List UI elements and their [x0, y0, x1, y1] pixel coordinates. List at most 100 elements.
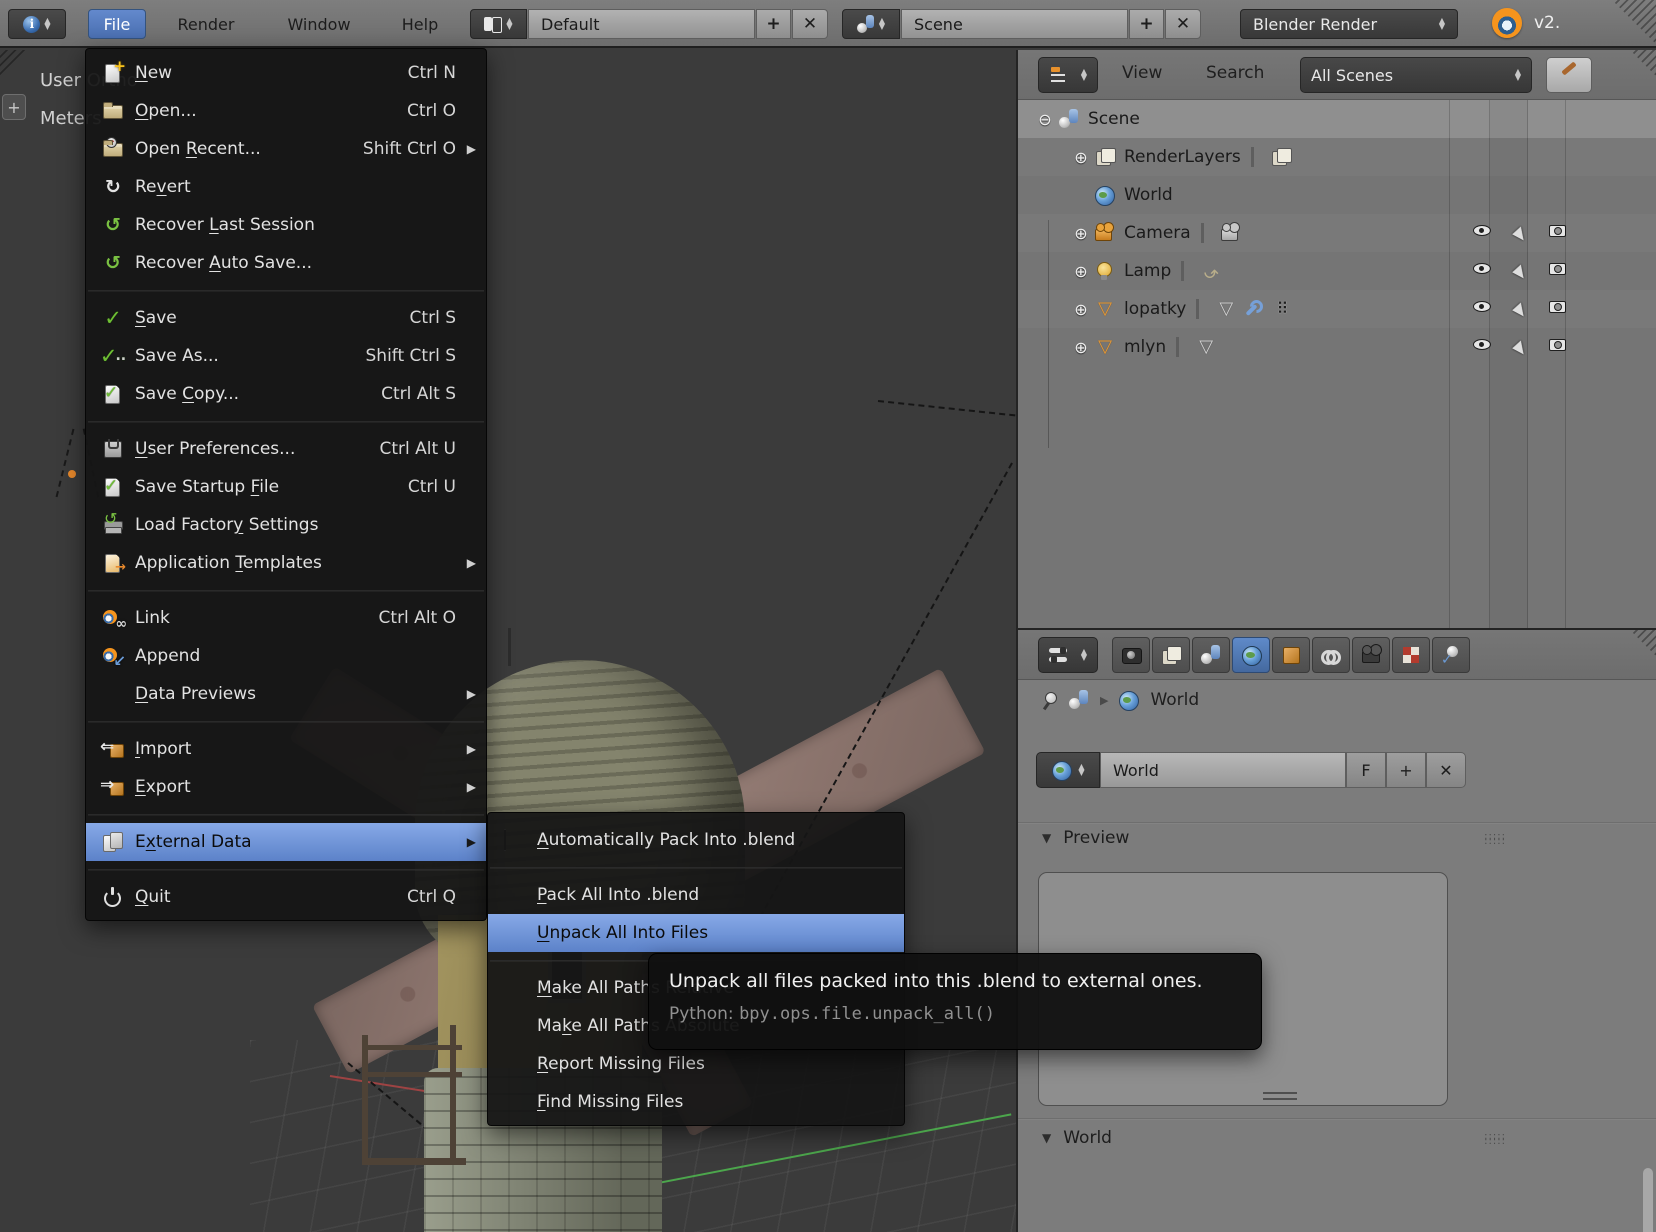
expander-plus-icon[interactable]: ⊕	[1068, 148, 1094, 167]
outliner-filter-dropdown[interactable]: All Scenes ▲▼	[1300, 57, 1532, 93]
scene-name-field[interactable]: Scene	[901, 9, 1128, 39]
area-divider-vertical[interactable]	[1016, 50, 1018, 1232]
unlink-world-button[interactable]: ✕	[1426, 752, 1466, 788]
file-menu-item-import[interactable]: Import▶	[86, 730, 486, 768]
camera-gray-icon	[1220, 223, 1242, 243]
outliner-row-renderlayers[interactable]: ⊕RenderLayers	[1018, 138, 1656, 176]
properties-tab-render-layers[interactable]	[1152, 637, 1190, 673]
menu-file[interactable]: File	[88, 9, 146, 39]
menu-separator	[86, 806, 486, 823]
properties-tab-physics[interactable]	[1432, 637, 1470, 673]
outliner-row-world[interactable]: World	[1018, 176, 1656, 214]
panel-drag-grip[interactable]: ::::: :::::	[1484, 834, 1506, 844]
panel-drag-grip[interactable]: ::::: :::::	[1484, 1134, 1506, 1144]
outliner-menu-view[interactable]: View	[1122, 63, 1162, 83]
outliner-menu-search[interactable]: Search	[1206, 63, 1264, 83]
checkbox-unchecked-icon[interactable]	[504, 829, 506, 851]
scene-selector[interactable]: ▲▼	[842, 9, 900, 39]
world-name-field[interactable]: World	[1100, 752, 1346, 788]
expander-plus-icon[interactable]: ⊕	[1068, 224, 1094, 243]
render-engine-dropdown[interactable]: Blender Render ▲▼	[1240, 9, 1458, 39]
menu-help[interactable]: Help	[390, 9, 450, 39]
toggle-renderability-camera-icon[interactable]	[1549, 339, 1566, 351]
file-menu-item-recover-last-session[interactable]: ↺Recover Last Session	[86, 206, 486, 244]
properties-tab-render[interactable]	[1112, 637, 1150, 673]
file-menu-item-save-as[interactable]: ✓Save As...Shift Ctrl S	[86, 337, 486, 375]
window-corner-grip[interactable]	[1612, 0, 1656, 44]
toggle-renderability-camera-icon[interactable]	[1549, 225, 1566, 237]
file-menu-item-link[interactable]: LinkCtrl Alt O	[86, 599, 486, 637]
properties-tab-texture[interactable]	[1392, 637, 1430, 673]
file-menu-item-application-templates[interactable]: Application Templates▶	[86, 544, 486, 582]
screen-layout-selector[interactable]: ▲▼	[470, 9, 527, 39]
preview-panel-header[interactable]: ▼ Preview	[1042, 828, 1129, 848]
submenu-arrow-icon: ▶	[462, 742, 476, 756]
outliner-row-lopatky[interactable]: ⊕▽lopatky▽⠿	[1018, 290, 1656, 328]
file-menu-item-save[interactable]: ✓SaveCtrl S	[86, 299, 486, 337]
editor-type-selector-info[interactable]: i ▲▼	[8, 9, 66, 39]
submenu-arrow-icon: ▶	[462, 835, 476, 849]
screen-layout-name-field[interactable]: Default	[528, 9, 755, 39]
add-scene-button[interactable]: +	[1129, 9, 1164, 39]
add-world-button[interactable]: +	[1386, 752, 1426, 788]
outliner-row-mlyn[interactable]: ⊕▽mlyn▽	[1018, 328, 1656, 366]
scene-icon	[1068, 690, 1090, 710]
render-tab-icon	[1121, 645, 1141, 665]
toggle-renderability-camera-icon[interactable]	[1549, 301, 1566, 313]
viewport-add-region-button[interactable]: +	[2, 94, 26, 120]
file-menu-item-new[interactable]: NewCtrl N	[86, 54, 486, 92]
file-menu-item-open[interactable]: Open...Ctrl O	[86, 92, 486, 130]
file-menu-item-user-preferences[interactable]: User Preferences...Ctrl Alt U	[86, 430, 486, 468]
outliner-item-label: Lamp	[1124, 261, 1171, 281]
delete-screen-layout-button[interactable]: ✕	[792, 9, 828, 39]
menu-window[interactable]: Window	[272, 9, 366, 39]
file-menu-item-save-copy[interactable]: Save Copy...Ctrl Alt S	[86, 375, 486, 413]
properties-scrollbar[interactable]	[1643, 1168, 1653, 1232]
outliner-editor-type-selector[interactable]: ▲▼	[1038, 57, 1098, 93]
properties-tab-object-data[interactable]	[1352, 637, 1390, 673]
world-id-selector[interactable]: ▲▼	[1036, 752, 1100, 788]
fake-user-button[interactable]: F	[1346, 752, 1386, 788]
file-menu-item-save-startup-file[interactable]: Save Startup FileCtrl U	[86, 468, 486, 506]
properties-tab-object[interactable]	[1272, 637, 1310, 673]
properties-tab-constraints[interactable]	[1312, 637, 1350, 673]
pin-icon[interactable]	[1042, 691, 1058, 709]
file-menu-item-append[interactable]: Append	[86, 637, 486, 675]
expander-minus-icon[interactable]: ⊖	[1032, 110, 1058, 129]
file-menu-item-external-data[interactable]: External Data▶	[86, 823, 486, 861]
expander-plus-icon[interactable]: ⊕	[1068, 262, 1094, 281]
file-menu-item-data-previews[interactable]: Data Previews▶	[86, 675, 486, 713]
properties-tab-scene[interactable]	[1192, 637, 1230, 673]
file-menu-item-export[interactable]: Export▶	[86, 768, 486, 806]
expander-plus-icon[interactable]: ⊕	[1068, 338, 1094, 357]
menu-render[interactable]: Render	[160, 9, 252, 39]
file-menu-item-open-recent[interactable]: Open Recent...Shift Ctrl O▶	[86, 130, 486, 168]
external-data-item-report-missing-files[interactable]: Report Missing Files	[488, 1045, 904, 1083]
world-panel-header[interactable]: ▼ World	[1042, 1128, 1112, 1148]
properties-tab-world[interactable]	[1232, 637, 1270, 673]
file-menu-item-recover-auto-save[interactable]: ↺Recover Auto Save...	[86, 244, 486, 282]
outliner-row-scene[interactable]: ⊖Scene	[1018, 100, 1656, 138]
file-menu-item-quit[interactable]: QuitCtrl Q	[86, 878, 486, 916]
file-menu-item-load-factory-settings[interactable]: Load Factory Settings	[86, 506, 486, 544]
preview-resize-handle[interactable]	[1263, 1092, 1297, 1100]
outliner-row-lamp[interactable]: ⊕Lamp↷	[1018, 252, 1656, 290]
outliner-filter-button[interactable]	[1546, 57, 1592, 93]
external-data-item-pack-all-into-blend[interactable]: Pack All Into .blend	[488, 876, 904, 914]
scene-icon	[857, 15, 875, 33]
outliner-row-camera[interactable]: ⊕Camera	[1018, 214, 1656, 252]
delete-scene-button[interactable]: ✕	[1165, 9, 1201, 39]
add-screen-layout-button[interactable]: +	[756, 9, 791, 39]
save-check-icon: ✓	[102, 308, 124, 328]
area-corner-grip[interactable]	[0, 50, 30, 80]
external-data-item-find-missing-files[interactable]: Find Missing Files	[488, 1083, 904, 1121]
menu-item-shortcut: Ctrl Alt U	[379, 439, 456, 459]
toggle-renderability-camera-icon[interactable]	[1549, 263, 1566, 275]
expander-plus-icon[interactable]: ⊕	[1068, 300, 1094, 319]
menu-item-label: Pack All Into .blend	[537, 885, 880, 905]
properties-editor-type-selector[interactable]: ▲▼	[1038, 637, 1098, 673]
file-menu-item-revert[interactable]: ↻Revert	[86, 168, 486, 206]
external-data-item-unpack-all-into-files[interactable]: Unpack All Into Files	[488, 914, 904, 952]
external-data-item-automatically-pack-into-blend[interactable]: Automatically Pack Into .blend	[488, 821, 904, 859]
area-divider-horizontal[interactable]	[1016, 628, 1656, 630]
